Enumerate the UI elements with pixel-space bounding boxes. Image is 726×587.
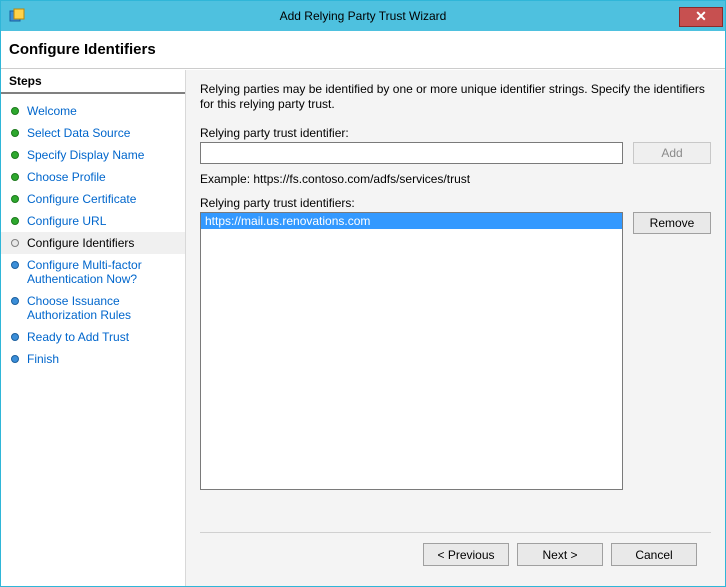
step-label: Configure Multi-factor Authentication No… bbox=[27, 258, 177, 286]
cancel-button[interactable]: Cancel bbox=[611, 543, 697, 566]
step-bullet-icon bbox=[11, 297, 19, 305]
step-item[interactable]: Configure Identifiers bbox=[1, 232, 185, 254]
wizard-window: Add Relying Party Trust Wizard ✕ Configu… bbox=[0, 0, 726, 587]
step-item[interactable]: Finish bbox=[1, 348, 185, 370]
steps-list: Welcome Select Data Source Specify Display… bbox=[1, 94, 185, 370]
identifier-input[interactable] bbox=[200, 142, 623, 164]
step-label: Configure Identifiers bbox=[27, 236, 134, 250]
step-item[interactable]: Welcome bbox=[1, 100, 185, 122]
identifier-field-row: Relying party trust identifier: Add bbox=[200, 126, 711, 164]
step-item[interactable]: Configure Certificate bbox=[1, 188, 185, 210]
step-bullet-icon bbox=[11, 355, 19, 363]
steps-heading: Steps bbox=[1, 70, 185, 94]
identifiers-listbox[interactable]: https://mail.us.renovations.com bbox=[200, 212, 623, 490]
step-label: Finish bbox=[27, 352, 59, 366]
step-bullet-icon bbox=[11, 261, 19, 269]
step-item[interactable]: Choose Profile bbox=[1, 166, 185, 188]
app-icon bbox=[9, 8, 25, 24]
add-button[interactable]: Add bbox=[633, 142, 711, 164]
step-label: Choose Issuance Authorization Rules bbox=[27, 294, 177, 322]
step-label: Configure URL bbox=[27, 214, 106, 228]
step-bullet-icon bbox=[11, 195, 19, 203]
window-title: Add Relying Party Trust Wizard bbox=[1, 9, 725, 23]
step-bullet-icon bbox=[11, 107, 19, 115]
step-label: Configure Certificate bbox=[27, 192, 136, 206]
wizard-body: Steps Welcome Select Data Source Specify D… bbox=[1, 69, 725, 586]
step-label: Welcome bbox=[27, 104, 77, 118]
step-bullet-icon bbox=[11, 151, 19, 159]
identifiers-list-label: Relying party trust identifiers: bbox=[200, 196, 711, 210]
next-button[interactable]: Next > bbox=[517, 543, 603, 566]
step-item[interactable]: Select Data Source bbox=[1, 122, 185, 144]
close-button[interactable]: ✕ bbox=[679, 7, 723, 27]
list-item[interactable]: https://mail.us.renovations.com bbox=[201, 213, 622, 229]
step-label: Ready to Add Trust bbox=[27, 330, 129, 344]
page-title: Configure Identifiers bbox=[9, 41, 717, 58]
identifiers-list-row: https://mail.us.renovations.com Remove bbox=[200, 212, 711, 532]
step-item[interactable]: Ready to Add Trust bbox=[1, 326, 185, 348]
step-bullet-icon bbox=[11, 129, 19, 137]
step-label: Choose Profile bbox=[27, 170, 106, 184]
remove-button[interactable]: Remove bbox=[633, 212, 711, 234]
step-bullet-icon bbox=[11, 239, 19, 247]
example-text: Example: https://fs.contoso.com/adfs/ser… bbox=[200, 172, 711, 186]
step-bullet-icon bbox=[11, 173, 19, 181]
description-text: Relying parties may be identified by one… bbox=[200, 82, 711, 112]
wizard-footer: < Previous Next > Cancel bbox=[200, 532, 711, 578]
step-label: Select Data Source bbox=[27, 126, 130, 140]
page-header: Configure Identifiers bbox=[1, 31, 725, 69]
previous-button[interactable]: < Previous bbox=[423, 543, 509, 566]
step-bullet-icon bbox=[11, 333, 19, 341]
step-label: Specify Display Name bbox=[27, 148, 144, 162]
titlebar: Add Relying Party Trust Wizard ✕ bbox=[1, 1, 725, 31]
close-icon: ✕ bbox=[695, 8, 707, 25]
content-pane: Relying parties may be identified by one… bbox=[186, 70, 725, 586]
step-item[interactable]: Specify Display Name bbox=[1, 144, 185, 166]
identifier-label: Relying party trust identifier: bbox=[200, 126, 623, 140]
steps-sidebar: Steps Welcome Select Data Source Specify D… bbox=[1, 70, 186, 586]
step-item[interactable]: Configure Multi-factor Authentication No… bbox=[1, 254, 185, 290]
step-item[interactable]: Choose Issuance Authorization Rules bbox=[1, 290, 185, 326]
step-item[interactable]: Configure URL bbox=[1, 210, 185, 232]
step-bullet-icon bbox=[11, 217, 19, 225]
